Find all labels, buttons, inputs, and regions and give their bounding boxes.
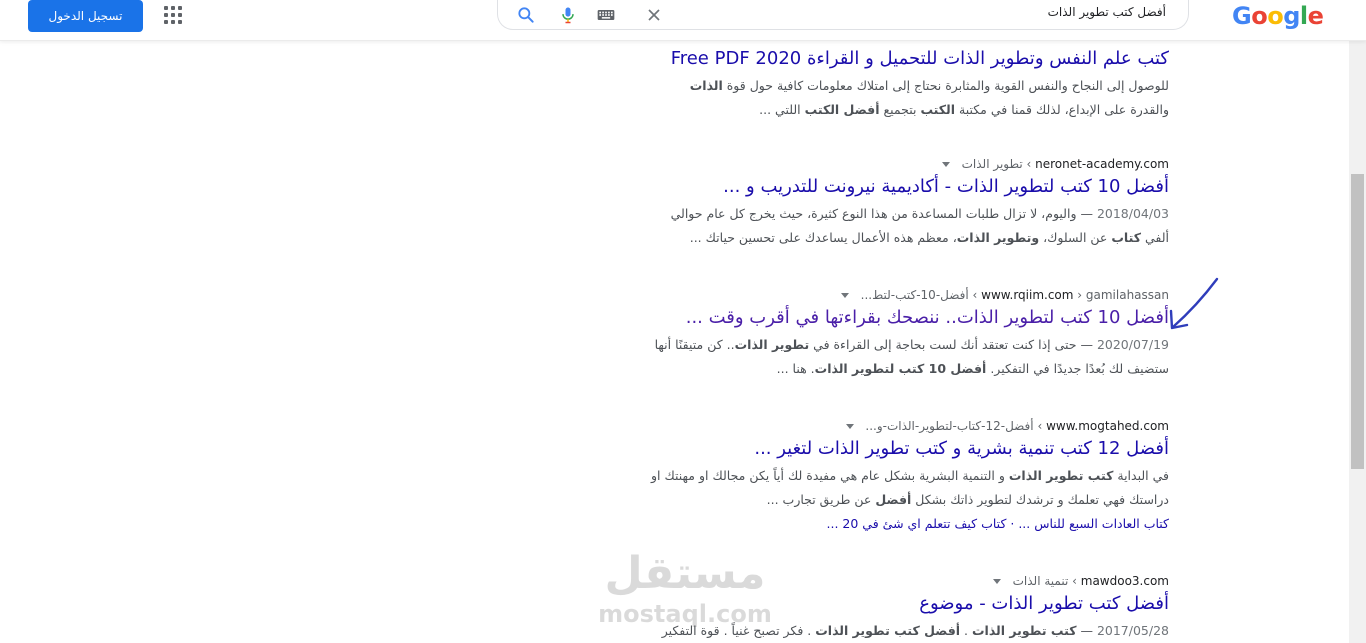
page-scrollbar[interactable]: [1349, 40, 1366, 643]
apps-grid-icon[interactable]: [164, 6, 184, 26]
result-date: 2020/07/19: [1096, 337, 1169, 352]
top-header: تسجيل الدخول أفضل كتب تطوير الذات G o o …: [0, 0, 1366, 41]
result-domain: www.mogtahed.com: [1046, 419, 1169, 433]
result-snippet: في البداية كتب تطوير الذات و التنمية الب…: [650, 468, 1169, 507]
result-url[interactable]: neronet-academy.com › تطوير الذات: [589, 156, 1169, 172]
url-menu-caret-icon[interactable]: [941, 162, 950, 167]
result-path: › أفضل-12-كتاب-لتطوير-الذات-و...: [865, 419, 1043, 433]
annotation-arrow-icon: [1169, 277, 1219, 330]
result-title-link[interactable]: أفضل 12 كتب تنمية بشرية و كتب تطوير الذا…: [589, 436, 1169, 462]
scrollbar-thumb[interactable]: [1351, 174, 1364, 469]
result-url[interactable]: www.rqiim.com › gamilahassan › أفضل-10-ك…: [589, 287, 1169, 303]
result-path: › تطوير الذات: [961, 157, 1032, 171]
result-snippet: 2018/04/03 — واليوم، لا تزال طلبات المسا…: [670, 206, 1169, 245]
result-snippet: 2017/05/28 — كتب تطوير الذات . أفضل كتب …: [661, 623, 1169, 638]
result-date: 2017/05/28: [1096, 623, 1169, 638]
result-date: 2018/04/03: [1096, 206, 1169, 221]
url-menu-caret-icon[interactable]: [845, 424, 854, 429]
clear-icon[interactable]: [644, 5, 664, 25]
search-result: mawdoo3.com › تنمية الذات أفضل كتب تطوير…: [589, 573, 1169, 643]
search-input[interactable]: أفضل كتب تطوير الذات: [1048, 5, 1166, 19]
search-result: www.mogtahed.com › أفضل-12-كتاب-لتطوير-ا…: [589, 418, 1169, 536]
result-title-link[interactable]: أفضل 10 كتب لتطوير الذات.. ننصحك بقراءته…: [589, 305, 1169, 331]
result-domain: mawdoo3.com: [1080, 574, 1169, 588]
result-snippet: 2020/07/19 — حتى إذا كنت تعتقد أنك لست ب…: [654, 337, 1169, 376]
result-domain: www.rqiim.com: [981, 288, 1074, 302]
result-sitelinks[interactable]: كتاب العادات السبع للناس ... · كتاب كيف …: [589, 512, 1170, 536]
result-title-link[interactable]: كتب علم النفس وتطوير الذات للتحميل و الق…: [589, 46, 1169, 72]
result-url[interactable]: mawdoo3.com › تنمية الذات: [589, 573, 1169, 589]
sign-in-button[interactable]: تسجيل الدخول: [28, 0, 143, 32]
result-url[interactable]: www.mogtahed.com › أفضل-12-كتاب-لتطوير-ا…: [589, 418, 1169, 434]
url-menu-caret-icon[interactable]: [840, 293, 849, 298]
search-result: كتب علم النفس وتطوير الذات للتحميل و الق…: [589, 44, 1169, 122]
result-path: › تنمية الذات: [1012, 574, 1077, 588]
search-result: neronet-academy.com › تطوير الذات أفضل 1…: [589, 156, 1169, 250]
search-icon[interactable]: [516, 5, 536, 25]
result-snippet: للوصول إلى النجاح والنفس القوية والمثابر…: [689, 78, 1169, 117]
search-result: www.rqiim.com › gamilahassan › أفضل-10-ك…: [589, 287, 1169, 381]
search-box[interactable]: أفضل كتب تطوير الذات: [497, 0, 1189, 30]
result-domain: neronet-academy.com: [1035, 157, 1169, 171]
google-logo[interactable]: Google: [1232, 0, 1324, 32]
keyboard-icon[interactable]: [596, 5, 616, 25]
url-menu-caret-icon[interactable]: [992, 579, 1001, 584]
microphone-icon[interactable]: [558, 5, 578, 25]
result-title-link[interactable]: أفضل 10 كتب لتطوير الذات - أكاديمية نيرو…: [589, 174, 1169, 200]
result-title-link[interactable]: أفضل كتب تطوير الذات - موضوع: [589, 591, 1169, 617]
